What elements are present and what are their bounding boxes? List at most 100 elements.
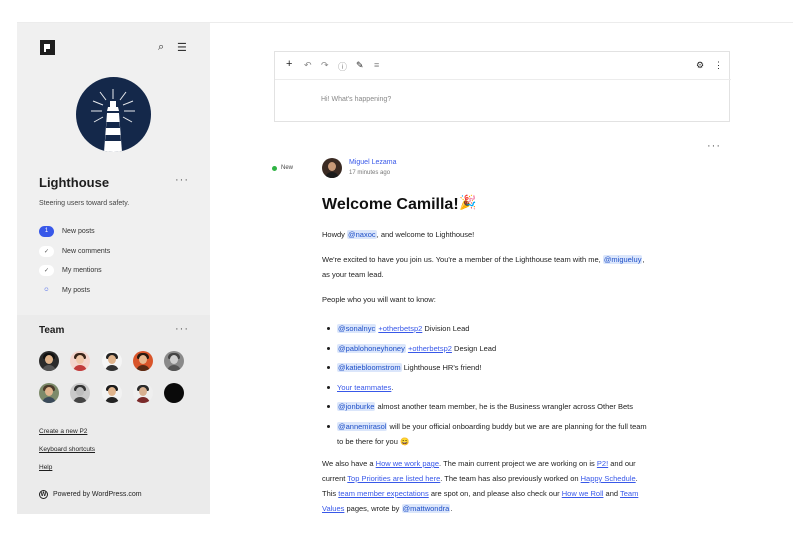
your-teammates-link[interactable]: Your teammates — [337, 383, 391, 392]
settings-gear-icon[interactable]: ⚙ — [696, 60, 704, 71]
new-dot-icon — [272, 165, 277, 171]
powered-by-label: Powered by WordPress.com — [53, 491, 142, 498]
list-item: Your teammates. — [322, 380, 682, 395]
list-item: @pablohoneyhoney +otherbetsp2 Design Lea… — [322, 341, 682, 356]
text: Division Lead — [422, 324, 470, 333]
text: to be there for you 😄 — [337, 436, 410, 446]
team-values-link[interactable]: Team — [620, 489, 638, 498]
text: , — [642, 255, 645, 264]
add-block-icon[interactable]: + — [286, 58, 292, 70]
create-new-p2-link[interactable]: Create a new P2 — [39, 428, 87, 435]
otherbets-link[interactable]: +otherbetsp2 — [408, 344, 452, 353]
team-member-avatar[interactable] — [70, 383, 90, 403]
team-more-icon[interactable]: ··· — [175, 323, 189, 335]
mention-jonburke[interactable]: @jonburke — [337, 402, 376, 411]
team-member-avatar[interactable] — [39, 351, 59, 371]
team-member-avatar[interactable] — [102, 351, 122, 371]
mention-sonalnyc[interactable]: @sonalnyc — [337, 324, 377, 333]
menu-icon[interactable]: ☰ — [177, 41, 187, 54]
p2-link[interactable]: P2! — [597, 459, 608, 468]
list-item: @sonalnyc +otherbetsp2 Division Lead — [322, 321, 682, 336]
search-icon[interactable]: ⌕ — [158, 41, 164, 54]
nav-item-my-posts[interactable]: ☺ My posts — [39, 283, 90, 297]
list-item: @annemirasol will be your official onboa… — [322, 419, 682, 449]
post-timestamp[interactable]: 17 minutes ago — [349, 170, 390, 176]
mention-mattwondra[interactable]: @mattwondra — [401, 504, 451, 513]
author-name-link[interactable]: Miguel Lezama — [349, 159, 396, 166]
team-member-expectations-link[interactable]: team member expectations — [338, 489, 428, 498]
sidebar-header: ⌕ ☰ Lighthouse ··· Steering users toward… — [17, 23, 210, 315]
text: are spot on, and please also check our — [428, 489, 562, 498]
new-posts-count-badge: 1 — [39, 225, 54, 237]
edit-pen-icon[interactable]: ✎ — [356, 60, 364, 71]
powered-by-wordpress[interactable]: W Powered by WordPress.com — [39, 490, 142, 499]
nav-item-my-mentions[interactable]: ✓ My mentions — [39, 263, 102, 277]
post-title[interactable]: Welcome Camilla! — [322, 196, 459, 214]
team-title: Team — [39, 325, 65, 336]
site-avatar-lighthouse-icon[interactable] — [76, 77, 151, 152]
team-member-avatar[interactable] — [102, 383, 122, 403]
list-view-icon[interactable]: ≡ — [374, 60, 379, 70]
options-icon[interactable]: ⋮ — [714, 60, 723, 71]
list-item: @katiebloomstrom Lighthouse HR's friend! — [322, 360, 682, 375]
team-member-avatar[interactable] — [133, 383, 153, 403]
how-we-roll-link[interactable]: How we Roll — [562, 489, 604, 498]
team-member-avatar[interactable] — [70, 351, 90, 371]
post-more-icon[interactable]: ··· — [707, 140, 721, 152]
nav-item-label: New comments — [62, 247, 111, 255]
how-we-work-link[interactable]: How we work page — [376, 459, 439, 468]
wordpress-logo-icon: W — [39, 490, 48, 499]
text: and — [603, 489, 620, 498]
post-paragraph: We also have a How we work page. The mai… — [322, 456, 682, 514]
text: . The team has also previously worked on — [440, 474, 581, 483]
composer-input[interactable]: Hi! What's happening? — [321, 96, 391, 103]
site-more-icon[interactable]: ··· — [175, 174, 189, 186]
editor-toolbar: + ↶ ↷ ⓘ ✎ ≡ ⚙ ⋮ — [275, 52, 731, 80]
post-paragraph: Howdy @naxoc, and welcome to Lighthouse! — [322, 227, 682, 242]
text: . — [635, 474, 638, 483]
otherbets-link[interactable]: +otherbetsp2 — [378, 324, 422, 333]
site-title[interactable]: Lighthouse — [39, 175, 109, 190]
nav-item-new-posts[interactable]: 1 New posts — [39, 224, 95, 238]
info-icon[interactable]: ⓘ — [338, 60, 347, 73]
text: . The main current project we are workin… — [439, 459, 597, 468]
nav-item-new-comments[interactable]: ✓ New comments — [39, 244, 110, 258]
list-item: @jonburke almost another team member, he… — [322, 399, 682, 414]
text: . — [450, 504, 453, 513]
undo-icon[interactable]: ↶ — [304, 60, 312, 71]
team-member-avatar[interactable] — [133, 351, 153, 371]
author-avatar[interactable] — [322, 158, 342, 178]
team-section: Team ··· Create a new P2 Keyboard shortc… — [17, 315, 210, 514]
help-link[interactable]: Help — [39, 464, 52, 471]
mention-pablohoneyhoney[interactable]: @pablohoneyhoney — [337, 343, 406, 353]
team-member-avatar[interactable] — [164, 383, 184, 403]
check-icon: ✓ — [39, 245, 54, 257]
party-popper-emoji: 🎉 — [459, 194, 477, 210]
site-logo-icon[interactable] — [40, 40, 55, 55]
team-member-avatar[interactable] — [39, 383, 59, 403]
keyboard-shortcuts-link[interactable]: Keyboard shortcuts — [39, 446, 95, 453]
nav-item-label: My mentions — [62, 266, 102, 274]
nav-item-label: My posts — [62, 286, 91, 294]
happy-schedule-link[interactable]: Happy Schedule — [581, 474, 636, 483]
text: current — [322, 474, 348, 483]
text: Lighthouse HR's friend! — [401, 363, 482, 372]
text: almost another team member, he is the Bu… — [375, 402, 634, 411]
text: We also have a — [322, 459, 376, 468]
mention-katiebloomstrom[interactable]: @katiebloomstrom — [337, 363, 402, 372]
text: , and welcome to Lighthouse! — [376, 230, 475, 239]
check-icon: ✓ — [39, 264, 54, 276]
team-values-link[interactable]: Values — [322, 504, 344, 513]
team-member-avatar[interactable] — [164, 351, 184, 371]
sidebar: ⌕ ☰ Lighthouse ··· Steering users toward… — [17, 23, 210, 514]
top-priorities-link[interactable]: Top Priorities are listed here — [347, 474, 440, 483]
redo-icon[interactable]: ↷ — [321, 60, 329, 71]
mention-naxoc[interactable]: @naxoc — [347, 230, 377, 239]
mention-migueluy[interactable]: @migueluy — [602, 255, 643, 264]
text: Design Lead — [451, 343, 497, 353]
post-composer: + ↶ ↷ ⓘ ✎ ≡ ⚙ ⋮ Hi! What's happening? — [274, 51, 731, 122]
mention-annemirasol[interactable]: @annemirasol — [337, 421, 388, 431]
people-list: @sonalnyc +otherbetsp2 Division Lead @pa… — [322, 321, 682, 453]
text: This — [322, 489, 339, 498]
nav-item-label: New posts — [62, 227, 95, 235]
